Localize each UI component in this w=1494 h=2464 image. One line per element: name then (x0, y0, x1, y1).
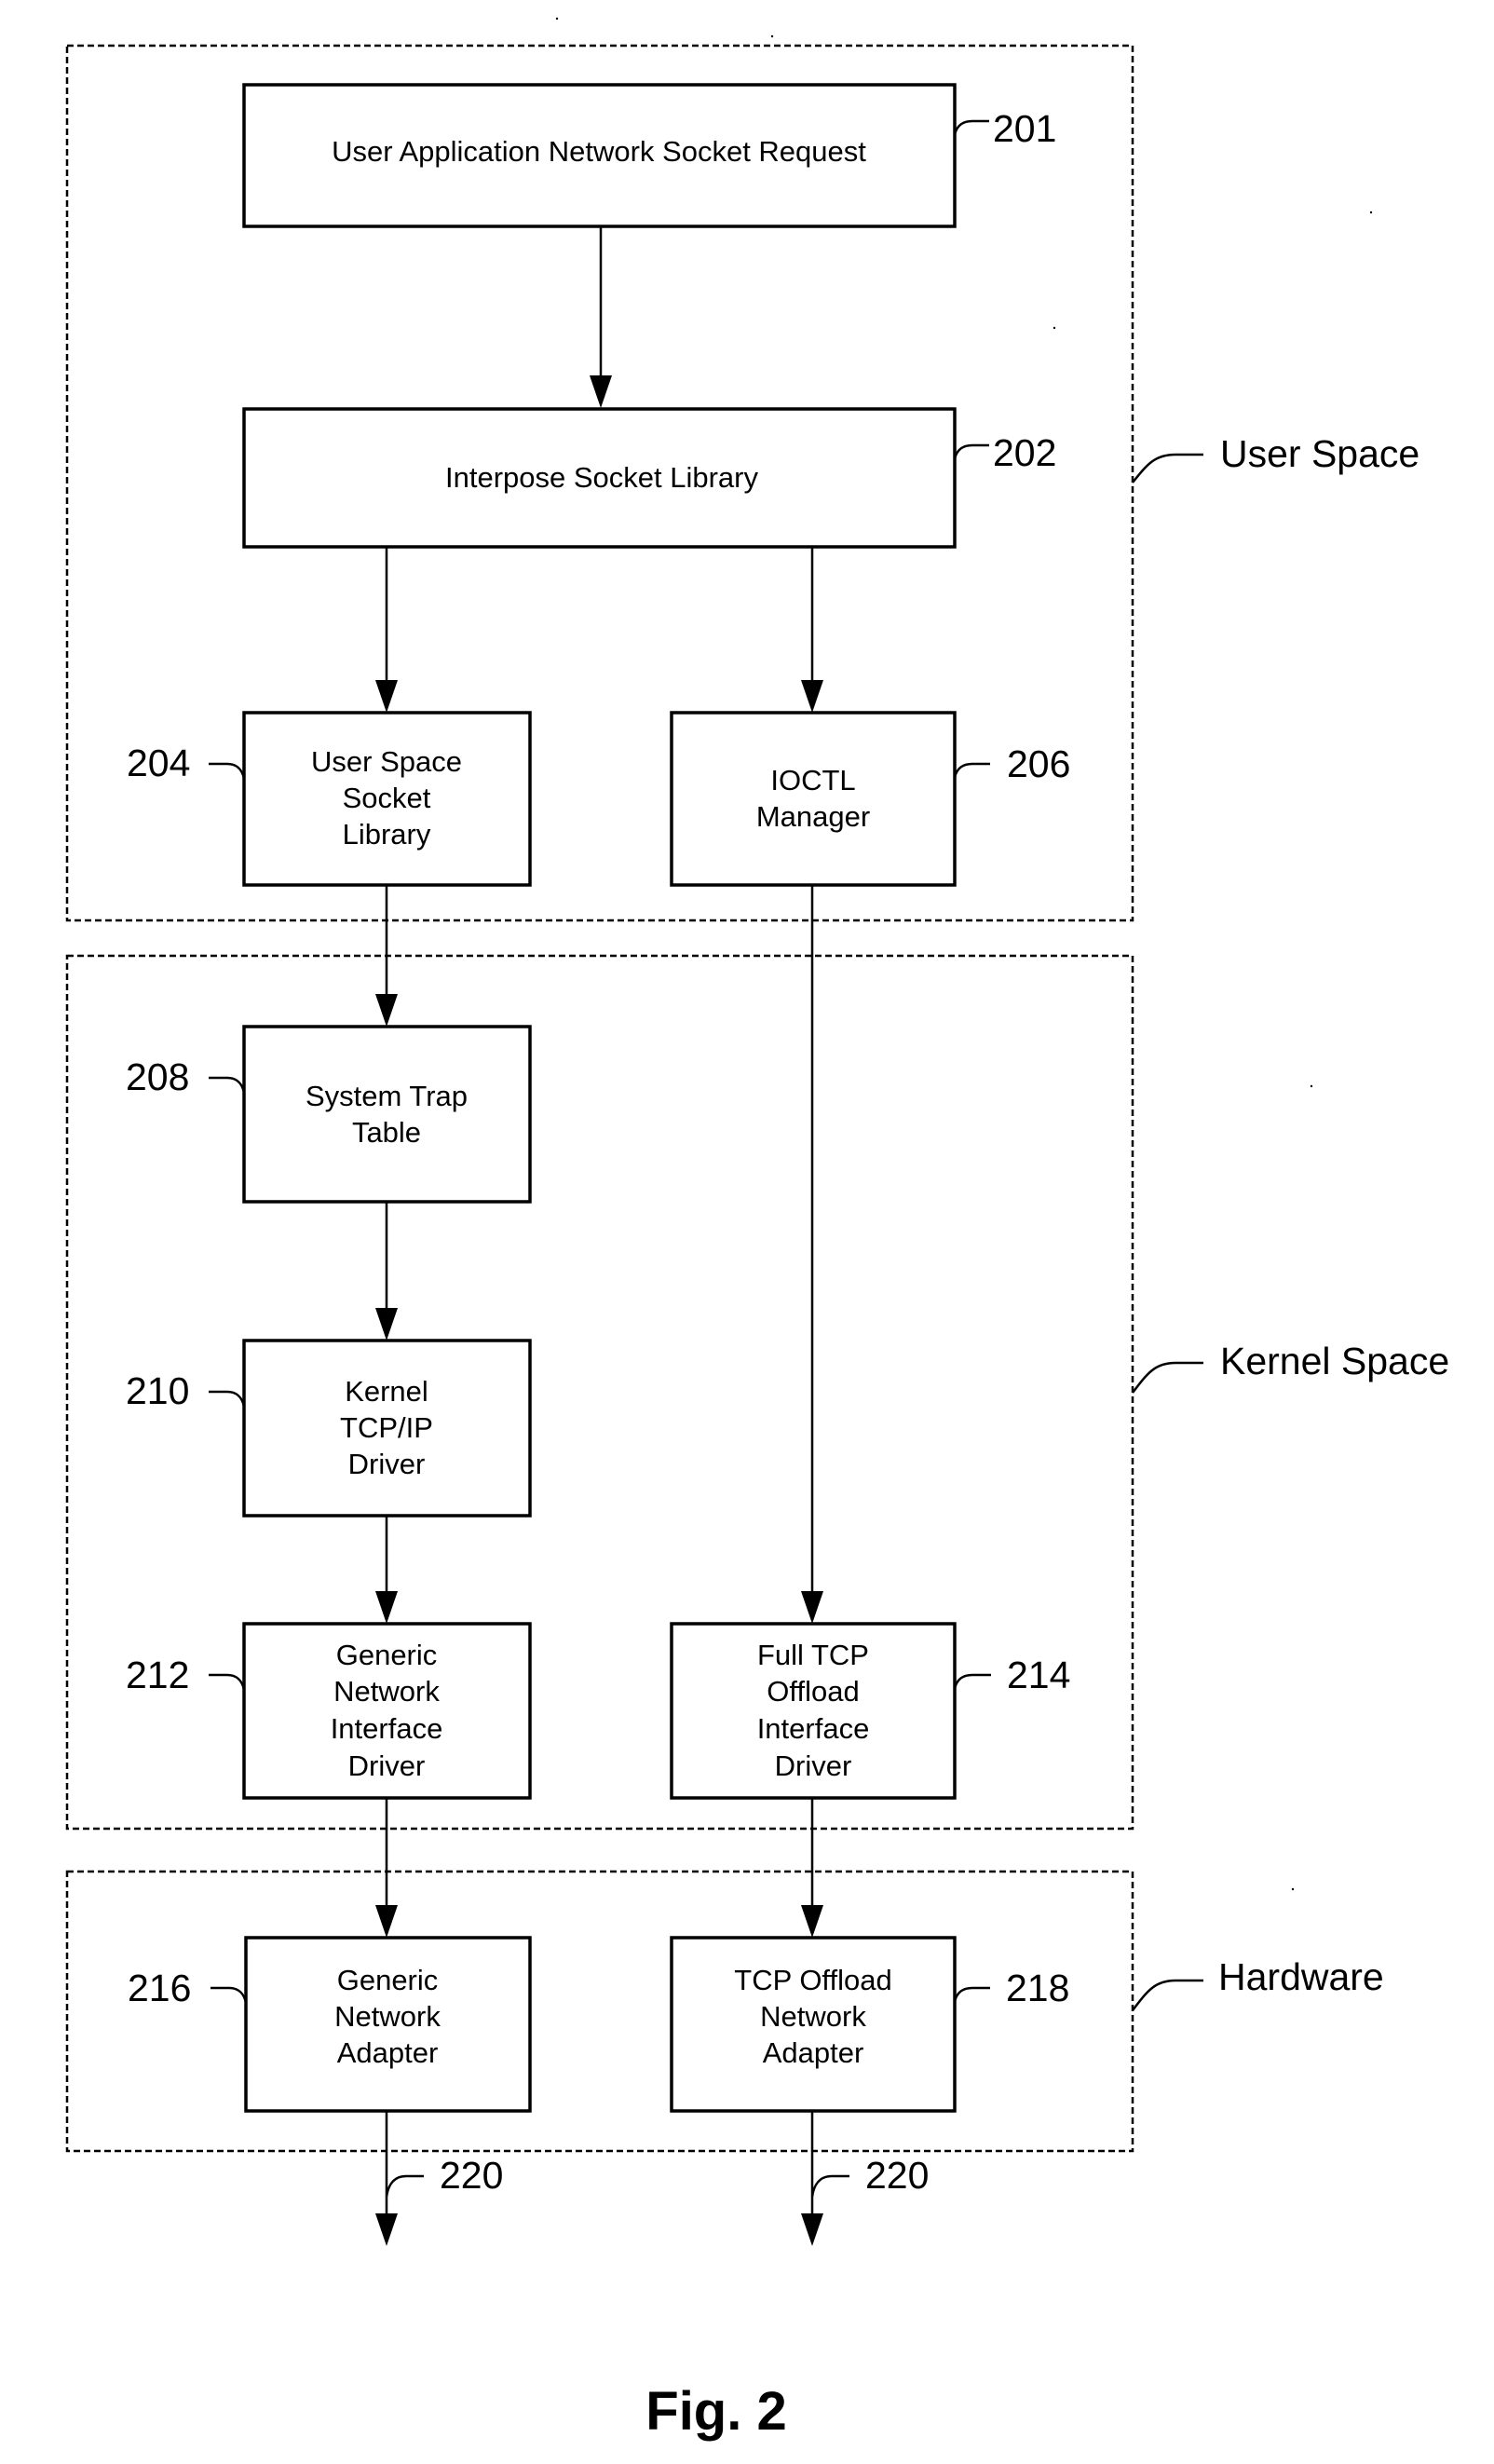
block-206: IOCTL Manager 206 (670, 711, 1070, 887)
block-206-ref: 206 (1007, 742, 1070, 785)
hardware-leader (1132, 1979, 1203, 2011)
block-216-line-2: Network (334, 2000, 441, 2033)
block-212-leader (209, 1673, 246, 1691)
block-201-leader (953, 119, 989, 135)
block-208-frame (242, 1025, 532, 1204)
block-218: TCP Offload Network Adapter 218 (670, 1936, 1069, 2113)
output-right-ref: 220 (865, 2154, 929, 2197)
block-204-ref: 204 (127, 742, 190, 784)
block-216-leader (211, 1986, 248, 2004)
arrowhead-214-218 (801, 1905, 823, 1938)
block-216-line-1: Generic (337, 1964, 439, 1996)
block-218-ref: 218 (1006, 1967, 1069, 2009)
block-212-line-1: Generic (336, 1639, 438, 1671)
block-216-ref: 216 (128, 1967, 191, 2009)
scan-speck (770, 34, 774, 38)
block-218-leader (953, 1986, 990, 2002)
block-204-leader (209, 762, 246, 780)
block-210-line-2: TCP/IP (340, 1411, 433, 1444)
arrowhead-202-206 (801, 680, 823, 713)
diagram-canvas: User Space Kernel Space Hardware 220 220… (65, 17, 1449, 2442)
block-210-line-1: Kernel (345, 1375, 428, 1408)
block-214-ref: 214 (1007, 1654, 1070, 1696)
block-201: User Application Network Socket Request … (242, 83, 1056, 228)
output-left-leader (385, 2174, 424, 2198)
hardware-region (65, 1870, 1134, 2153)
block-202-leader (953, 443, 989, 459)
block-208-line-1: System Trap (306, 1080, 468, 1112)
output-left-ref: 220 (440, 2154, 503, 2197)
block-214-line-3: Interface (757, 1712, 870, 1745)
block-218-line-1: TCP Offload (734, 1964, 891, 1996)
arrowhead-202-204 (375, 680, 398, 713)
block-204: User Space Socket Library 204 (127, 711, 532, 887)
block-212-ref: 212 (126, 1654, 189, 1696)
block-210: Kernel TCP/IP Driver 210 (126, 1339, 532, 1518)
block-214-leader (953, 1673, 991, 1689)
block-216-line-3: Adapter (337, 2036, 439, 2069)
user-space-leader (1132, 453, 1203, 483)
block-201-ref: 201 (993, 107, 1056, 150)
block-204-line-1: User Space (311, 745, 462, 778)
block-208: System Trap Table 208 (126, 1025, 532, 1204)
arrowhead-218-output (801, 2213, 823, 2246)
block-204-line-3: Library (343, 818, 431, 851)
scan-speck (1053, 326, 1056, 330)
kernel-space-leader (1132, 1361, 1203, 1394)
block-214-line-4: Driver (775, 1749, 852, 1782)
scan-speck (1369, 211, 1373, 214)
user-space-label: User Space (1220, 432, 1419, 475)
block-214-line-2: Offload (767, 1675, 859, 1708)
arrowhead-216-output (375, 2213, 398, 2246)
block-212-line-3: Interface (331, 1712, 443, 1745)
block-202-label: Interpose Socket Library (445, 461, 759, 494)
scan-speck (555, 17, 559, 20)
scan-speck (1291, 1887, 1295, 1891)
block-208-line-2: Table (352, 1116, 421, 1149)
arrowhead-206-214 (801, 1591, 823, 1624)
block-206-leader (953, 762, 990, 778)
block-206-line-2: Manager (756, 800, 870, 833)
figure-caption: Fig. 2 (645, 2381, 786, 2442)
block-208-ref: 208 (126, 1055, 189, 1098)
kernel-space-label: Kernel Space (1220, 1340, 1449, 1382)
arrowhead-212-216 (375, 1905, 398, 1938)
arrowhead-201-202 (590, 375, 612, 408)
hardware-label: Hardware (1218, 1955, 1384, 1998)
block-210-leader (209, 1390, 246, 1408)
scan-speck (1310, 1084, 1313, 1088)
block-214-line-1: Full TCP (757, 1639, 869, 1671)
block-206-line-1: IOCTL (770, 764, 855, 796)
block-210-ref: 210 (126, 1369, 189, 1412)
block-204-line-2: Socket (343, 782, 431, 814)
output-right-leader (810, 2174, 849, 2198)
block-218-line-3: Adapter (763, 2036, 864, 2069)
block-218-line-2: Network (760, 2000, 866, 2033)
block-214: Full TCP Offload Interface Driver 214 (670, 1622, 1070, 1800)
block-216: Generic Network Adapter 216 (128, 1936, 532, 2113)
block-212: Generic Network Interface Driver 212 (126, 1622, 532, 1800)
arrowhead-210-212 (375, 1591, 398, 1624)
block-212-line-2: Network (333, 1675, 440, 1708)
block-202-ref: 202 (993, 431, 1056, 474)
arrowhead-208-210 (375, 1308, 398, 1341)
arrowhead-204-208 (375, 994, 398, 1027)
block-212-line-4: Driver (348, 1749, 426, 1782)
block-202: Interpose Socket Library 202 (242, 407, 1056, 549)
block-206-frame (670, 711, 957, 887)
block-210-line-3: Driver (348, 1448, 426, 1480)
block-201-label: User Application Network Socket Request (332, 135, 866, 168)
block-208-leader (209, 1076, 246, 1094)
